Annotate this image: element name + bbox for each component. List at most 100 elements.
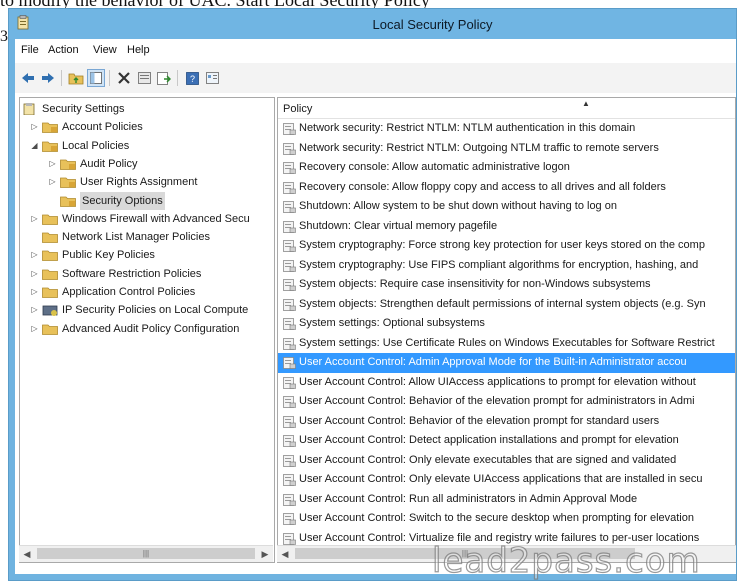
toolbar: ? [15,63,736,94]
console-tree: Security Settings ▷ Account Policies ◢ Local… [19,97,275,563]
policy-setting-icon [283,142,296,155]
policy-setting-icon [283,201,296,213]
scroll-thumb[interactable]: ||| [37,548,255,559]
ip-security-icon [42,305,58,317]
menu-help[interactable]: Help [127,44,150,56]
scroll-left-arrow-icon[interactable]: ◀ [277,546,293,562]
tree-item[interactable]: ▷ Advanced Audit Policy Configuration [20,320,274,338]
policy-name: User Account Control: Run all administra… [299,492,638,505]
forward-arrow-icon[interactable] [39,69,57,87]
policy-name: Network security: Restrict NTLM: NTLM au… [299,122,636,134]
collapsed-arrow-icon[interactable]: ▷ [30,305,39,314]
policy-row[interactable]: System objects: Require case insensitivi… [278,275,735,295]
back-arrow-icon[interactable] [19,69,37,87]
folder-icon [42,269,58,280]
tree-item[interactable]: ▷ User Rights Assignment [20,173,274,191]
policy-setting-icon [283,298,296,311]
policy-row[interactable]: User Account Control: Admin Approval Mod… [278,353,735,373]
policy-row[interactable]: User Account Control: Run all administra… [278,490,735,510]
policy-setting-icon [283,415,296,428]
tree-item[interactable]: ◢ Local Policies [20,137,274,155]
tree-item[interactable]: Security Settings [20,100,274,118]
policy-row[interactable]: User Account Control: Behavior of the el… [278,412,735,432]
window-title: Local Security Policy [372,17,493,32]
properties-icon[interactable] [135,69,153,87]
policy-row[interactable]: System cryptography: Force strong key pr… [278,236,735,256]
policy-setting-icon [283,532,296,545]
policy-setting-icon [283,240,296,252]
policy-name: System settings: Use Certificate Rules o… [299,336,715,349]
tree-item[interactable]: ▷ Application Control Policies [20,283,274,301]
policy-setting-icon [283,454,296,467]
collapsed-arrow-icon[interactable]: ▷ [30,122,39,131]
expanded-arrow-icon[interactable]: ◢ [30,141,39,150]
tree-item-label: Security Options [80,191,165,210]
tree-item[interactable]: ▷ IP Security Policies on Local Compute [20,301,274,319]
menu-action[interactable]: Action [48,44,79,56]
folder-icon [42,287,58,298]
svg-text:?: ? [189,74,194,84]
tree-item[interactable]: Security Options [20,191,274,210]
tree-item-label: Software Restriction Policies [62,267,202,280]
policy-name: System objects: Strengthen default permi… [299,297,706,310]
policy-row[interactable]: User Account Control: Detect application… [278,431,735,451]
collapsed-arrow-icon[interactable]: ▷ [48,177,57,186]
help-icon[interactable]: ? [183,69,201,87]
title-bar[interactable]: Local Security Policy [9,9,736,39]
scroll-right-arrow-icon[interactable]: ▶ [257,546,273,562]
sort-ascending-icon: ▲ [582,99,590,108]
menu-view[interactable]: View [93,44,117,56]
policy-row[interactable]: Shutdown: Clear virtual memory pagefile [278,217,735,237]
policy-row[interactable]: User Account Control: Only elevate execu… [278,451,735,471]
tree-horizontal-scrollbar[interactable]: ◀ ||| ▶ [19,545,273,562]
tree-item[interactable]: ▷ Windows Firewall with Advanced Secu [20,210,274,228]
policy-row[interactable]: Recovery console: Allow floppy copy and … [278,178,735,198]
tree-item[interactable]: ▷ Account Policies [20,118,274,136]
collapsed-arrow-icon[interactable]: ▷ [30,324,39,333]
policy-setting-icon [283,162,296,174]
policy-row[interactable]: System settings: Use Certificate Rules o… [278,334,735,354]
tree-item-label: User Rights Assignment [80,176,198,189]
policy-row[interactable]: User Account Control: Switch to the secu… [278,509,735,529]
policy-row[interactable]: User Account Control: Only elevate UIAcc… [278,470,735,490]
delete-icon[interactable] [115,69,133,87]
tree-item[interactable]: ▷ Audit Policy [20,155,274,173]
policy-list: Policy ▲ Network security: Restrict NTLM… [277,97,736,563]
export-list-icon[interactable] [155,69,173,87]
collapsed-arrow-icon[interactable]: ▷ [48,159,57,168]
policy-setting-icon [283,181,296,194]
collapsed-arrow-icon[interactable]: ▷ [30,214,39,223]
policy-setting-icon [283,396,296,408]
policy-setting-icon [283,259,296,272]
show-hide-tree-icon[interactable] [87,69,105,87]
folder-icon [42,122,58,134]
menu-file[interactable]: File [21,44,39,56]
collapsed-arrow-icon[interactable]: ▷ [30,269,39,278]
scroll-left-arrow-icon[interactable]: ◀ [19,546,35,562]
tree-item[interactable]: Network List Manager Policies [20,228,274,246]
policy-name: User Account Control: Only elevate execu… [299,453,677,466]
folder-icon [42,324,58,335]
policy-row[interactable]: System objects: Strengthen default permi… [278,295,735,315]
policy-row[interactable]: Network security: Restrict NTLM: NTLM au… [278,119,735,139]
policy-setting-icon [283,279,296,291]
policy-row[interactable]: Recovery console: Allow automatic admini… [278,158,735,178]
view-icon[interactable] [203,69,221,87]
policy-row[interactable]: System settings: Optional subsystems [278,314,735,334]
tree-item[interactable]: ▷ Software Restriction Policies [20,265,274,283]
policy-setting-icon [283,220,296,233]
policy-row[interactable]: User Account Control: Allow UIAccess app… [278,373,735,393]
policy-column-header[interactable]: Policy ▲ [278,98,735,119]
policy-row[interactable]: User Account Control: Behavior of the el… [278,392,735,412]
up-folder-icon[interactable] [67,69,85,87]
policy-row[interactable]: Network security: Restrict NTLM: Outgoin… [278,139,735,159]
collapsed-arrow-icon[interactable]: ▷ [30,287,39,296]
policy-row[interactable]: System cryptography: Use FIPS compliant … [278,256,735,276]
tree-item[interactable]: ▷ Public Key Policies [20,246,274,264]
tree-item-label: IP Security Policies on Local Compute [62,304,249,317]
collapsed-arrow-icon[interactable]: ▷ [30,250,39,259]
policy-name: User Account Control: Admin Approval Mod… [299,356,687,368]
policy-name: User Account Control: Detect application… [299,434,679,446]
policy-row[interactable]: Shutdown: Allow system to be shut down w… [278,197,735,217]
policy-setting-icon [283,357,296,369]
